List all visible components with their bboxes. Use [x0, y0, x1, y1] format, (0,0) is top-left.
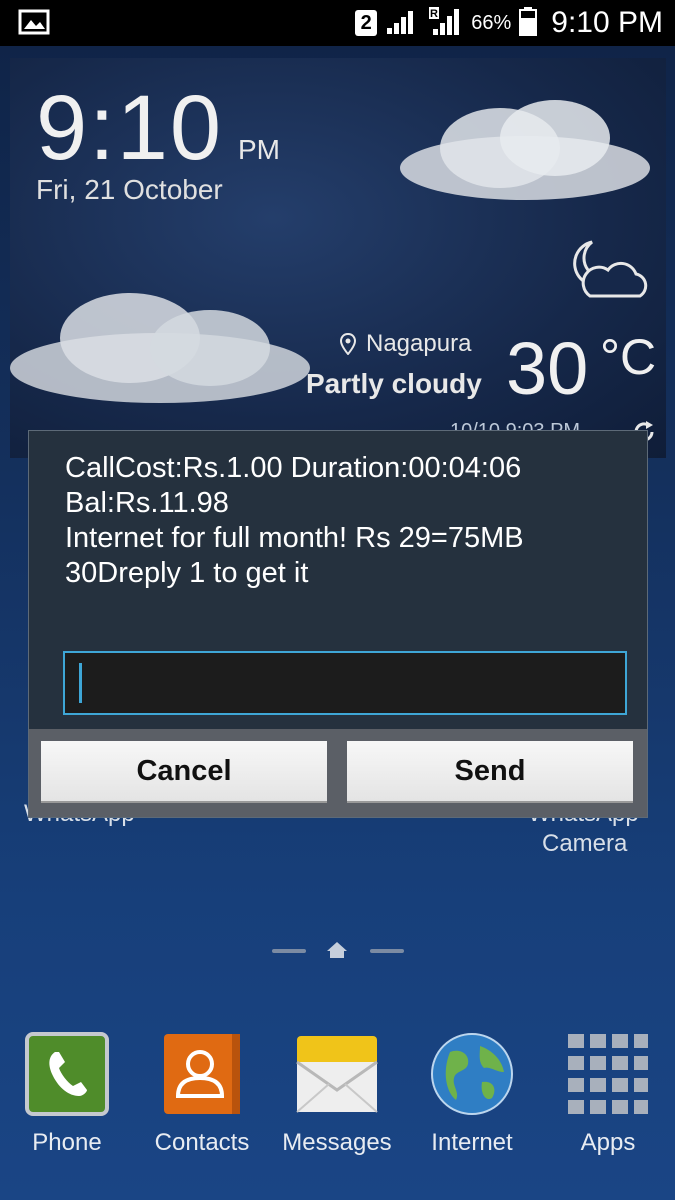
home-page-icon[interactable] [326, 940, 348, 960]
reply-input[interactable] [63, 651, 627, 715]
status-bar: 2 R 66% 9:10 PM [0, 0, 675, 46]
contacts-icon [164, 1034, 240, 1114]
dock-app-internet[interactable]: Internet [407, 1020, 537, 1157]
page-dash[interactable] [272, 949, 306, 953]
sim-slot-badge: 2 [355, 10, 378, 36]
apps-grid-icon [568, 1034, 648, 1114]
battery-icon [519, 6, 538, 41]
roaming-signal-icon: R [427, 5, 463, 42]
app-dock: Phone Contacts Messages Internet Apps [0, 1020, 675, 1200]
dock-app-messages[interactable]: Messages [272, 1020, 402, 1157]
signal-icon [385, 6, 419, 41]
location-pin-icon [340, 333, 356, 355]
dock-app-contacts[interactable]: Contacts [137, 1020, 267, 1157]
dialog-button-bar: Cancel Send [29, 729, 647, 817]
sms-quick-reply-dialog: CallCost:Rs.1.00 Duration:00:04:06 Bal:R… [28, 430, 648, 818]
app-label: Messages [282, 1129, 392, 1156]
app-label: Internet [431, 1129, 513, 1156]
cloud-decoration [10, 293, 310, 403]
page-dash[interactable] [370, 949, 404, 953]
widget-clock: 9:10 [36, 77, 224, 179]
weather-condition: Partly cloudy [306, 368, 482, 399]
widget-ampm: PM [238, 134, 280, 165]
messages-icon [296, 1036, 378, 1113]
weather-temperature: 30 [506, 327, 589, 410]
weather-widget[interactable]: 9:10 PM Fri, 21 October Nagapura Partly … [10, 58, 666, 458]
app-label: Apps [580, 1129, 636, 1156]
battery-percent: 66% [471, 11, 512, 34]
app-label: Contacts [154, 1129, 250, 1156]
svg-text:R: R [430, 8, 438, 20]
weather-location: Nagapura [340, 330, 471, 358]
status-time: 9:10 PM [551, 6, 663, 39]
page-indicator [0, 940, 675, 960]
cloud-moon-icon [573, 240, 648, 298]
message-body: CallCost:Rs.1.00 Duration:00:04:06 Bal:R… [65, 451, 625, 591]
cloud-decoration [400, 100, 650, 200]
location-label: Nagapura [366, 330, 472, 357]
weather-unit: °C [600, 329, 657, 385]
phone-icon [25, 1032, 109, 1116]
message-line: CallCost:Rs.1.00 Duration:00:04:06 [65, 452, 522, 484]
app-label-camera[interactable]: Camera [542, 830, 627, 858]
gallery-icon [18, 8, 50, 41]
message-line: Bal:Rs.11.98 [65, 487, 229, 519]
message-line: Internet for full month! Rs 29=75MB [65, 522, 524, 554]
app-label: Phone [32, 1129, 102, 1156]
dock-app-phone[interactable]: Phone [2, 1020, 132, 1157]
message-line: 30Dreply 1 to get it [65, 557, 309, 589]
cancel-button[interactable]: Cancel [41, 741, 327, 803]
text-cursor [79, 663, 82, 703]
send-button[interactable]: Send [347, 741, 633, 803]
dock-app-apps[interactable]: Apps [543, 1020, 673, 1157]
widget-date: Fri, 21 October [36, 174, 223, 205]
globe-icon [431, 1033, 513, 1115]
